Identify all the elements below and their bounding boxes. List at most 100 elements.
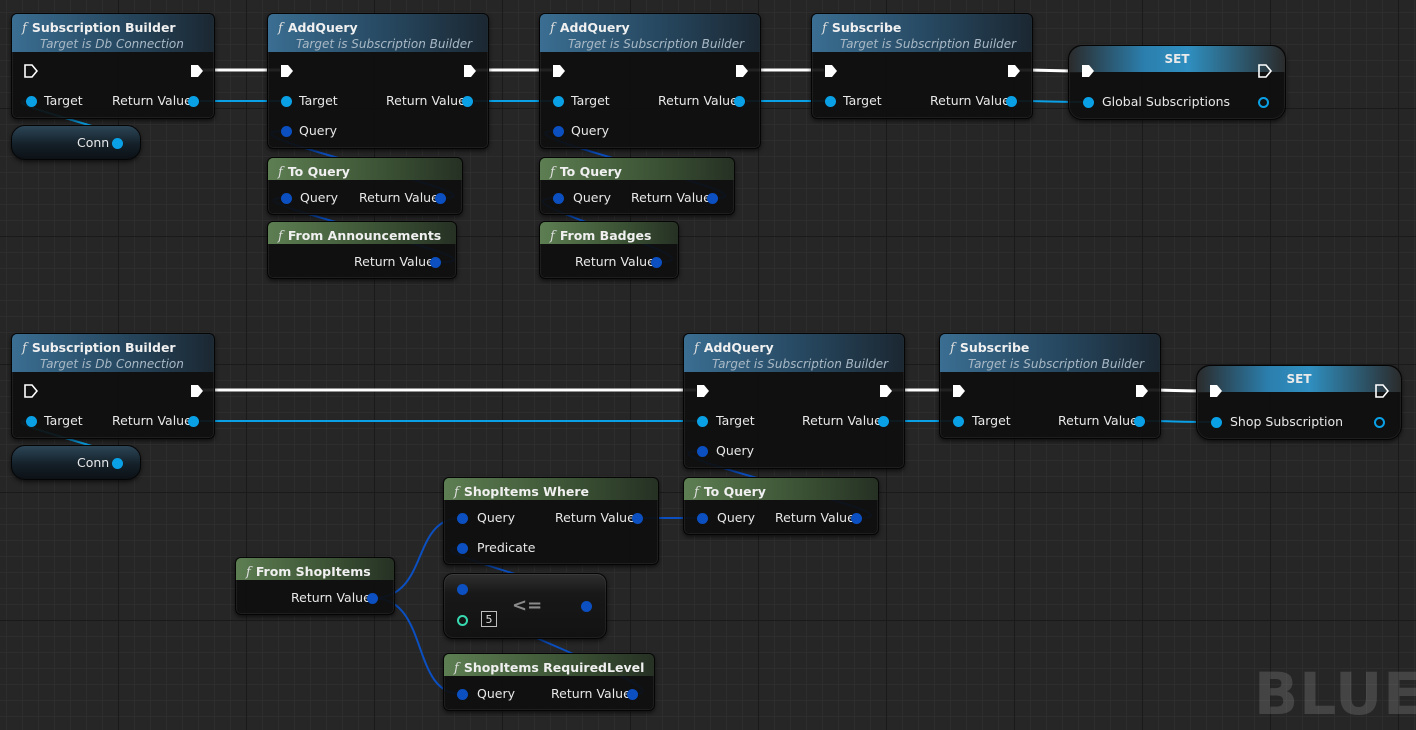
- exec-in-pin-icon[interactable]: [24, 384, 38, 398]
- query-pin-icon[interactable]: [553, 193, 564, 204]
- addquery-node-bottom[interactable]: f AddQuery Target is Subscription Builder…: [683, 333, 905, 469]
- node-title: Subscription Builder: [31, 20, 176, 35]
- return-value-label: Return Value: [551, 686, 631, 701]
- variable-pin-icon[interactable]: [112, 138, 123, 149]
- less-equal-operator-node[interactable]: <= 5: [443, 573, 607, 639]
- variable-in-pin-icon[interactable]: [1083, 97, 1094, 108]
- node-header: f Subscription Builder Target is Db Conne…: [12, 14, 214, 52]
- return-value-pin-icon[interactable]: [188, 416, 199, 427]
- b-value-input[interactable]: 5: [481, 611, 497, 627]
- return-value-pin-icon[interactable]: [651, 257, 662, 268]
- node-header: f AddQuery Target is Subscription Builder: [684, 334, 904, 372]
- shopitems-requiredlevel-node[interactable]: f ShopItems RequiredLevel Query Return Va…: [443, 653, 655, 711]
- return-value-pin-icon[interactable]: [632, 513, 643, 524]
- to-query-node-top-1[interactable]: f To Query Query Return Value: [267, 157, 463, 215]
- query-pin-icon[interactable]: [697, 446, 708, 457]
- variable-pin-icon[interactable]: [112, 458, 123, 469]
- exec-out-pin-icon[interactable]: [463, 64, 477, 78]
- from-badges-node[interactable]: f From Badges Return Value: [539, 221, 679, 279]
- return-value-pin-icon[interactable]: [462, 96, 473, 107]
- target-pin-icon[interactable]: [26, 416, 37, 427]
- node-subtitle: Target is Subscription Builder: [840, 37, 1017, 51]
- conn-variable-node-top[interactable]: Conn: [11, 125, 141, 160]
- set-shop-subscription-node[interactable]: SET Shop Subscription: [1196, 365, 1402, 440]
- to-query-node-bottom[interactable]: f To Query Query Return Value: [683, 477, 879, 535]
- to-query-node-top-2[interactable]: f To Query Query Return Value: [539, 157, 735, 215]
- exec-out-pin-icon[interactable]: [190, 384, 204, 398]
- predicate-pin-icon[interactable]: [457, 543, 468, 554]
- target-pin-icon[interactable]: [281, 96, 292, 107]
- query-pin-icon[interactable]: [697, 513, 708, 524]
- target-pin-icon[interactable]: [825, 96, 836, 107]
- exec-in-pin-icon[interactable]: [280, 64, 294, 78]
- exec-out-pin-icon[interactable]: [190, 64, 204, 78]
- return-value-label: Return Value: [359, 190, 439, 205]
- exec-in-pin-icon[interactable]: [24, 64, 38, 78]
- exec-out-pin-icon[interactable]: [1258, 64, 1272, 78]
- return-value-pin-icon[interactable]: [435, 193, 446, 204]
- exec-out-pin-icon[interactable]: [1135, 384, 1149, 398]
- exec-in-pin-icon[interactable]: [552, 64, 566, 78]
- return-value-pin-icon[interactable]: [1134, 416, 1145, 427]
- a-input-pin-icon[interactable]: [457, 584, 468, 595]
- return-value-pin-icon[interactable]: [627, 689, 638, 700]
- node-title: From Announcements: [287, 228, 442, 243]
- return-value-pin-icon[interactable]: [734, 96, 745, 107]
- node-header: f ShopItems RequiredLevel: [444, 654, 654, 676]
- variable-out-pin-icon[interactable]: [1258, 97, 1269, 108]
- exec-in-pin-icon[interactable]: [696, 384, 710, 398]
- function-icon: f: [278, 21, 283, 36]
- set-global-subscriptions-node[interactable]: SET Global Subscriptions: [1068, 45, 1286, 120]
- function-icon: f: [694, 485, 699, 500]
- query-pin-icon[interactable]: [457, 513, 468, 524]
- return-value-pin-icon[interactable]: [430, 257, 441, 268]
- addquery-node-top-1[interactable]: f AddQuery Target is Subscription Builder…: [267, 13, 489, 149]
- return-value-pin-icon[interactable]: [188, 96, 199, 107]
- exec-in-pin-icon[interactable]: [1081, 64, 1095, 78]
- node-title: Subscribe: [831, 20, 902, 35]
- target-pin-icon[interactable]: [553, 96, 564, 107]
- exec-in-pin-icon[interactable]: [1209, 384, 1223, 398]
- subscription-builder-node-top[interactable]: f Subscription Builder Target is Db Conne…: [11, 13, 215, 119]
- return-value-pin-icon[interactable]: [707, 193, 718, 204]
- exec-in-pin-icon[interactable]: [952, 384, 966, 398]
- return-value-pin-icon[interactable]: [1006, 96, 1017, 107]
- return-value-label: Return Value: [112, 93, 192, 108]
- return-value-pin-icon[interactable]: [878, 416, 889, 427]
- target-label: Target: [299, 93, 338, 108]
- variable-in-pin-icon[interactable]: [1211, 417, 1222, 428]
- target-pin-icon[interactable]: [26, 96, 37, 107]
- exec-out-pin-icon[interactable]: [1375, 384, 1389, 398]
- function-icon: f: [550, 21, 555, 36]
- subscribe-node-bottom[interactable]: f Subscribe Target is Subscription Builde…: [939, 333, 1161, 439]
- node-title: Subscribe: [959, 340, 1030, 355]
- function-icon: f: [278, 229, 283, 244]
- result-pin-icon[interactable]: [581, 601, 592, 612]
- conn-variable-node-bottom[interactable]: Conn: [11, 445, 141, 480]
- query-pin-icon[interactable]: [457, 689, 468, 700]
- target-label: Target: [716, 413, 755, 428]
- target-pin-icon[interactable]: [953, 416, 964, 427]
- target-pin-icon[interactable]: [697, 416, 708, 427]
- exec-out-pin-icon[interactable]: [879, 384, 893, 398]
- shopitems-where-node[interactable]: f ShopItems Where Query Return Value Pred…: [443, 477, 659, 565]
- return-value-pin-icon[interactable]: [367, 593, 378, 604]
- return-value-pin-icon[interactable]: [851, 513, 862, 524]
- b-input-pin-icon[interactable]: [457, 615, 468, 626]
- from-announcements-node[interactable]: f From Announcements Return Value: [267, 221, 457, 279]
- exec-out-pin-icon[interactable]: [1007, 64, 1021, 78]
- exec-out-pin-icon[interactable]: [735, 64, 749, 78]
- query-pin-icon[interactable]: [281, 126, 292, 137]
- function-icon: f: [950, 341, 955, 356]
- query-pin-icon[interactable]: [281, 193, 292, 204]
- node-header: f AddQuery Target is Subscription Builder: [540, 14, 760, 52]
- subscription-builder-node-bottom[interactable]: f Subscription Builder Target is Db Conne…: [11, 333, 215, 439]
- from-shopitems-node[interactable]: f From ShopItems Return Value: [235, 557, 395, 615]
- subscribe-node-top[interactable]: f Subscribe Target is Subscription Builde…: [811, 13, 1033, 119]
- addquery-node-top-2[interactable]: f AddQuery Target is Subscription Builder…: [539, 13, 761, 149]
- exec-in-pin-icon[interactable]: [824, 64, 838, 78]
- function-icon: f: [550, 229, 555, 244]
- query-pin-icon[interactable]: [553, 126, 564, 137]
- variable-out-pin-icon[interactable]: [1374, 417, 1385, 428]
- node-title: To Query: [287, 164, 350, 179]
